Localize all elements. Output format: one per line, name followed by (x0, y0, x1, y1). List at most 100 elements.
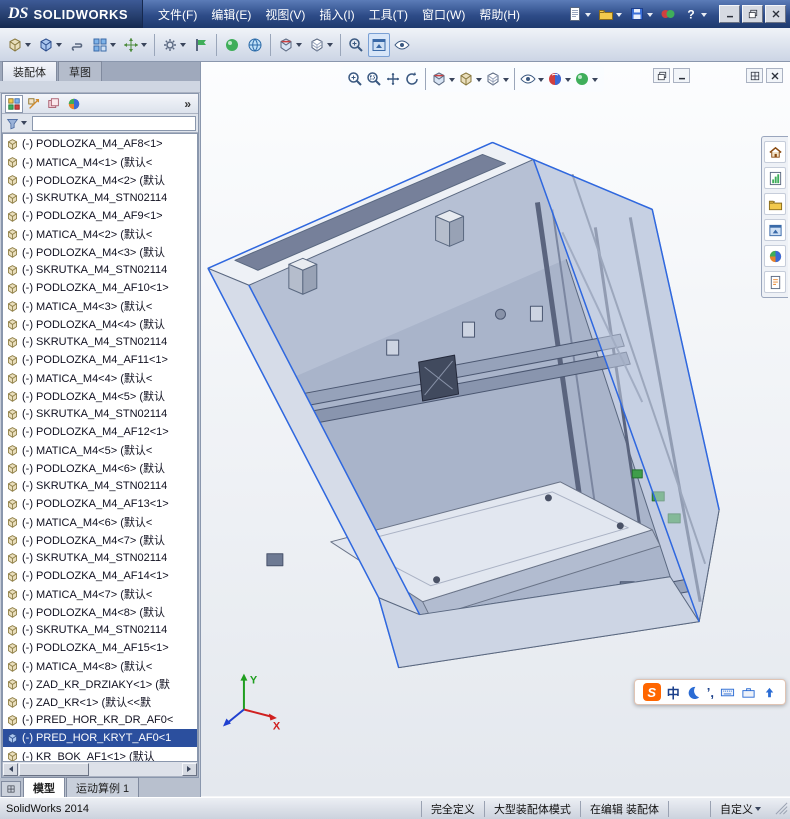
featuremanager-tab[interactable] (5, 94, 23, 113)
maximize-button[interactable] (742, 5, 763, 23)
smart-fasteners-button[interactable] (159, 33, 189, 57)
mate-button[interactable] (66, 33, 88, 57)
tree-item[interactable]: (-) MATICA_M4<4> (默认< (3, 369, 197, 387)
tree-item[interactable]: (-) MATICA_M4<3> (默认< (3, 297, 197, 315)
tree-item[interactable]: (-) PODLOZKA_M4_AF11<1> (3, 351, 197, 369)
menu-view[interactable]: 视图(V) (258, 3, 312, 26)
ime-soft-keyboard[interactable] (720, 685, 735, 700)
edit-component-button[interactable] (35, 33, 65, 57)
tree-item[interactable]: (-) SKRUTKA_M4_STN02114 (3, 549, 197, 567)
view-palette-button[interactable] (764, 219, 786, 241)
propertymanager-tab[interactable] (25, 95, 43, 113)
tree-item[interactable]: (-) PODLOZKA_M4_AF14<1> (3, 567, 197, 585)
tree-item[interactable]: (-) PODLOZKA_M4<4> (默认 (3, 315, 197, 333)
menu-insert[interactable]: 插入(I) (312, 3, 361, 26)
tree-item[interactable]: (-) MATICA_M4<6> (默认< (3, 513, 197, 531)
ime-chinese-mode[interactable]: 中 (667, 683, 680, 702)
menu-edit[interactable]: 编辑(E) (204, 3, 258, 26)
tree-item[interactable]: (-) ZAD_KR_DRZIAKY<1> (默 (3, 675, 197, 693)
custom-toolbar-select[interactable]: 自定义 (710, 800, 770, 817)
panel-tab-overflow[interactable]: » (184, 97, 195, 111)
save-document-button[interactable] (627, 4, 655, 24)
corner-bracket[interactable] (266, 553, 284, 567)
tree-horizontal-scrollbar[interactable] (2, 762, 198, 777)
view-orientation-button[interactable] (457, 69, 483, 89)
menu-file[interactable]: 文件(F) (151, 3, 204, 26)
tree-item[interactable]: (-) PRED_HOR_KR_DR_AF0< (3, 711, 197, 729)
rotate-view-button[interactable] (403, 69, 421, 89)
section-view-button[interactable] (430, 69, 456, 89)
window-minimize-button[interactable] (673, 68, 690, 83)
menu-window[interactable]: 窗口(W) (415, 3, 472, 26)
component-pattern-button[interactable] (89, 33, 119, 57)
configurationmanager-tab[interactable] (45, 95, 63, 113)
custom-properties-button[interactable] (764, 271, 786, 293)
open-document-button[interactable] (596, 4, 624, 24)
zoom-to-fit-button[interactable] (346, 69, 364, 89)
displaymanager-tab[interactable] (65, 95, 83, 113)
tree-item[interactable]: (-) ZAD_KR<1> (默认<<默 (3, 693, 197, 711)
top-stepper-block-left[interactable] (288, 257, 318, 295)
window-restore-button[interactable] (653, 68, 670, 83)
file-explorer-button[interactable] (764, 193, 786, 215)
move-component-button[interactable] (120, 33, 150, 57)
tree-item[interactable]: (-) PODLOZKA_M4_AF12<1> (3, 423, 197, 441)
display-style-button[interactable] (484, 69, 510, 89)
tree-item[interactable]: (-) PODLOZKA_M4_AF15<1> (3, 639, 197, 657)
design-library-button[interactable] (764, 167, 786, 189)
options-toggle-button[interactable] (658, 4, 678, 24)
zoom-to-area-button[interactable] (365, 69, 383, 89)
tree-item[interactable]: (-) MATICA_M4<5> (默认< (3, 441, 197, 459)
tree-item[interactable]: (-) PODLOZKA_M4<5> (默认 (3, 387, 197, 405)
appearances-button[interactable] (221, 33, 243, 57)
tree-item[interactable]: (-) PODLOZKA_M4_AF9<1> (3, 207, 197, 225)
tree-item[interactable]: (-) PODLOZKA_M4_AF8<1> (3, 135, 197, 153)
tree-item[interactable]: (-) SKRUTKA_M4_STN02114 (3, 261, 197, 279)
ime-punctuation[interactable]: ’, (707, 685, 714, 700)
resize-grip[interactable] (774, 801, 790, 817)
tab-motion-study-1[interactable]: 运动算例 1 (66, 777, 140, 797)
window-tile-button[interactable] (746, 68, 763, 83)
scrollbar-track[interactable] (18, 762, 182, 776)
tree-item[interactable]: (-) SKRUTKA_M4_STN02114 (3, 333, 197, 351)
tree-item[interactable]: (-) SKRUTKA_M4_STN02114 (3, 189, 197, 207)
filter-button[interactable] (4, 115, 29, 132)
tree-item[interactable]: (-) MATICA_M4<8> (默认< (3, 657, 197, 675)
ime-skin[interactable] (762, 685, 777, 700)
tab-splitter-button[interactable] (1, 781, 21, 797)
tree-item[interactable]: (-) KR_BOK_AF1<1> (默认 (3, 747, 197, 761)
tab-model[interactable]: 模型 (23, 777, 65, 797)
hide-show-items-button[interactable] (519, 69, 545, 89)
top-stepper-block-right[interactable] (435, 209, 465, 247)
pan-button[interactable] (384, 69, 402, 89)
display-style-button[interactable] (306, 33, 336, 57)
tree-item[interactable]: (-) PODLOZKA_M4<2> (默认 (3, 171, 197, 189)
tree-item[interactable]: (-) PODLOZKA_M4_AF13<1> (3, 495, 197, 513)
window-close-button[interactable] (766, 68, 783, 83)
scroll-right-button[interactable] (182, 762, 197, 776)
commandtab-sketch[interactable]: 草图 (58, 61, 102, 81)
section-view-button[interactable] (275, 33, 305, 57)
tree-item[interactable]: (-) PRED_HOR_KRYT_AF0<1 (3, 729, 197, 747)
large-assembly-mode-button[interactable] (368, 32, 390, 57)
tree-item[interactable]: (-) PODLOZKA_M4<3> (默认 (3, 243, 197, 261)
sogou-logo[interactable]: S (642, 683, 661, 701)
ime-fullhalf-mode[interactable] (686, 685, 701, 700)
help-button[interactable]: ? (681, 4, 709, 24)
insert-component-button[interactable] (4, 33, 34, 57)
view-settings-button[interactable] (391, 33, 413, 57)
tree-item[interactable]: (-) PODLOZKA_M4<6> (默认 (3, 459, 197, 477)
edit-appearance-button[interactable] (546, 69, 572, 89)
scroll-left-button[interactable] (3, 762, 18, 776)
tree-item[interactable]: (-) PODLOZKA_M4_AF10<1> (3, 279, 197, 297)
menu-help[interactable]: 帮助(H) (472, 3, 527, 26)
zoom-to-fit-button[interactable] (345, 33, 367, 57)
appearances-scenes-button[interactable] (764, 245, 786, 267)
extruder-carriage[interactable] (418, 354, 460, 402)
tree-item[interactable]: (-) MATICA_M4<1> (默认< (3, 153, 197, 171)
apply-scene-button[interactable] (573, 69, 599, 89)
tree-item[interactable]: (-) SKRUTKA_M4_STN02114 (3, 405, 197, 423)
close-button[interactable] (765, 5, 786, 23)
tree-item[interactable]: (-) PODLOZKA_M4<8> (默认 (3, 603, 197, 621)
graphics-viewport[interactable]: Y X S 中 ’, (200, 62, 790, 797)
